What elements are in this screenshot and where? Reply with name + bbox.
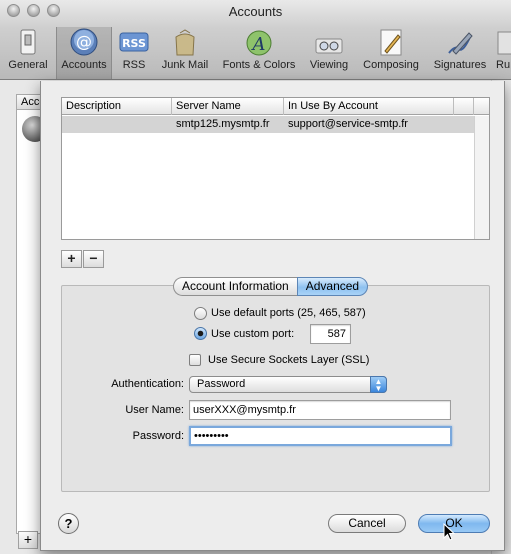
smtp-server-table[interactable]: Description Server Name In Use By Accoun… xyxy=(61,97,490,240)
tab-advanced[interactable]: Advanced xyxy=(296,277,369,296)
rules-icon xyxy=(497,31,511,55)
table-header: Description Server Name In Use By Accoun… xyxy=(62,98,489,115)
toolbar-composing[interactable]: Composing xyxy=(358,27,424,79)
rss-icon: RSS xyxy=(119,32,149,52)
authentication-label: Authentication: xyxy=(111,378,184,390)
cancel-button[interactable]: Cancel xyxy=(328,514,406,533)
column-spacer xyxy=(454,98,474,115)
toolbar-rss[interactable]: RSS RSS xyxy=(116,27,152,79)
column-in-use-by-account[interactable]: In Use By Account xyxy=(284,98,454,115)
svg-text:RSS: RSS xyxy=(122,37,146,50)
custom-port-field[interactable]: 587 xyxy=(310,324,351,344)
column-description[interactable]: Description xyxy=(62,98,172,115)
settings-tabs: Account Information Advanced xyxy=(173,277,369,296)
ssl-label: Use Secure Sockets Layer (SSL) xyxy=(208,354,370,366)
tab-account-information[interactable]: Account Information xyxy=(173,277,297,296)
switch-icon xyxy=(20,29,36,55)
toolbar-rules[interactable]: Ru xyxy=(496,27,511,79)
toolbar-signatures[interactable]: Signatures xyxy=(429,27,491,79)
popup-arrows-icon: ▲ ▼ xyxy=(370,376,387,393)
cell-server-name: smtp125.mysmtp.fr xyxy=(176,118,270,130)
ssl-checkbox[interactable] xyxy=(189,354,201,366)
pencil-icon xyxy=(380,29,402,56)
cell-description xyxy=(62,116,172,133)
trash-bag-icon xyxy=(175,29,195,56)
cell-in-use-by: support@service-smtp.fr xyxy=(288,118,408,130)
password-field[interactable]: ••••••••• xyxy=(189,426,452,446)
remove-server-button[interactable]: − xyxy=(83,250,104,268)
toolbar-viewing[interactable]: Viewing xyxy=(306,27,352,79)
authentication-popup[interactable]: Password ▲ ▼ xyxy=(189,376,387,393)
glasses-icon xyxy=(315,38,343,54)
window-titlebar: Accounts General @ Accounts RSS RSS Junk… xyxy=(0,0,511,80)
add-server-button[interactable]: + xyxy=(61,250,82,268)
svg-text:A: A xyxy=(251,34,266,55)
username-label: User Name: xyxy=(125,404,184,416)
svg-text:@: @ xyxy=(76,32,92,51)
pen-icon xyxy=(448,32,473,55)
add-account-button[interactable]: + xyxy=(18,531,38,549)
column-server-name[interactable]: Server Name xyxy=(172,98,284,115)
username-field[interactable]: userXXX@mysmtp.fr xyxy=(189,400,451,420)
window-title: Accounts xyxy=(228,4,283,19)
table-scrollbar[interactable] xyxy=(474,116,489,239)
toolbar-general[interactable]: General xyxy=(6,27,50,79)
smtp-server-list-sheet: Description Server Name In Use By Accoun… xyxy=(40,81,505,551)
at-sign-icon: @ xyxy=(70,28,98,56)
custom-port-radio[interactable] xyxy=(194,327,207,340)
toolbar-junk-mail[interactable]: Junk Mail xyxy=(157,27,213,79)
default-ports-label: Use default ports (25, 465, 587) xyxy=(211,307,366,319)
toolbar-fonts-colors[interactable]: A Fonts & Colors xyxy=(218,27,300,79)
table-row[interactable]: smtp125.mysmtp.fr support@service-smtp.f… xyxy=(62,116,489,133)
mouse-pointer-icon xyxy=(443,523,455,541)
authentication-value: Password xyxy=(197,378,246,390)
help-button[interactable]: ? xyxy=(58,513,79,534)
fonts-icon: A xyxy=(246,30,272,56)
toolbar-accounts[interactable]: @ Accounts xyxy=(56,27,112,79)
password-label: Password: xyxy=(132,430,184,442)
default-ports-radio[interactable] xyxy=(194,307,207,320)
custom-port-label: Use custom port: xyxy=(211,328,295,340)
